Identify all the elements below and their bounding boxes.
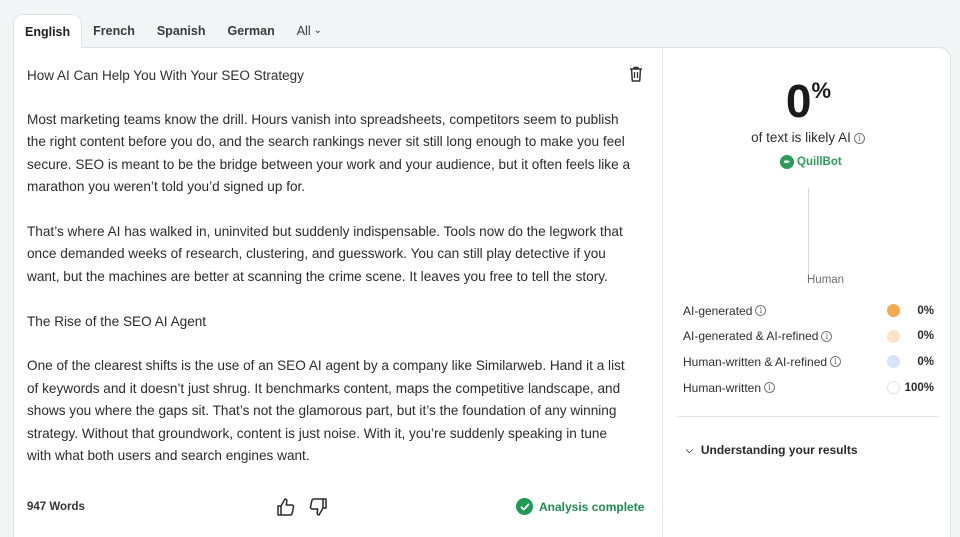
legend-dot (887, 355, 900, 369)
legend-label: AI-generated & AI-refined (683, 329, 819, 344)
paragraph: That’s where AI has walked in, uninvited… (27, 224, 623, 284)
tab-label: German (227, 24, 275, 38)
tab-label: French (93, 24, 135, 38)
language-tabs: English French Spanish German All ⌄ (13, 14, 333, 48)
legend-item-human-ai-refined: Human-written & AI-refined i 0% (683, 349, 941, 375)
legend-label: AI-generated (683, 303, 753, 318)
score-caption: of text is likely AI i (664, 130, 952, 145)
analysis-status: Analysis complete (516, 498, 644, 515)
legend-label: Human-written (683, 380, 762, 395)
tab-german[interactable]: German (216, 14, 285, 48)
feedback-buttons (276, 497, 328, 517)
legend-value: 0% (917, 330, 934, 343)
ai-score: 0% (664, 74, 952, 128)
understanding-label: Understanding your results (700, 443, 858, 457)
legend-label: Human-written & AI-refined (683, 354, 828, 369)
tab-label: English (25, 24, 71, 39)
tab-all-dropdown[interactable]: All ⌄ (286, 14, 333, 48)
text-editor[interactable]: How AI Can Help You With Your SEO Strate… (14, 48, 663, 537)
checkmark-icon (516, 498, 533, 515)
legend-value: 100% (904, 381, 934, 394)
thumbs-up-icon[interactable] (276, 497, 296, 517)
paragraph: One of the clearest shifts is the use of… (27, 358, 625, 464)
quillbot-logo-icon: ✒ (780, 155, 794, 169)
score-value: 0 (785, 75, 812, 127)
tab-label: Spanish (156, 24, 206, 38)
section-heading: The Rise of the SEO AI Agent (27, 313, 207, 329)
brand-name: QuillBot (797, 156, 842, 168)
document-title: How AI Can Help You With Your SEO Strate… (27, 68, 304, 83)
legend-dot (887, 304, 900, 317)
detector-card: How AI Can Help You With Your SEO Strate… (13, 47, 951, 537)
tab-english[interactable]: English (13, 14, 83, 48)
tab-spanish[interactable]: Spanish (146, 14, 217, 48)
info-icon[interactable]: i (755, 305, 767, 317)
info-icon[interactable]: i (764, 382, 776, 394)
paragraph: Most marketing teams know the drill. Hou… (27, 112, 631, 195)
results-panel: 0% of text is likely AI i ✒ QuillBot Huma… (664, 48, 952, 537)
results-legend: AI-generated i 0% AI-generated & AI-refin… (683, 298, 941, 400)
info-icon[interactable]: i (821, 330, 833, 342)
divider (677, 416, 939, 417)
legend-item-ai-refined: AI-generated & AI-refined i 0% (683, 324, 941, 350)
distribution-label: Human (807, 274, 845, 286)
trash-icon[interactable] (628, 65, 644, 83)
distribution-bar (808, 188, 809, 280)
tab-label: All (296, 24, 311, 38)
score-caption-text: of text is likely AI (751, 130, 851, 145)
word-count: 947 Words (27, 501, 85, 513)
score-unit: % (811, 78, 832, 103)
document-body[interactable]: Most marketing teams know the drill. Hou… (27, 109, 632, 490)
tab-french[interactable]: French (82, 14, 146, 48)
legend-value: 0% (917, 355, 934, 368)
legend-value: 0% (917, 304, 934, 317)
info-icon[interactable]: i (830, 356, 842, 368)
thumbs-down-icon[interactable] (308, 497, 328, 517)
legend-dot (887, 380, 900, 394)
chevron-down-icon: ⌵ (686, 444, 693, 455)
legend-dot (887, 329, 900, 343)
legend-item-ai-generated: AI-generated i 0% (683, 298, 941, 324)
understanding-results-toggle[interactable]: ⌵ Understanding your results (686, 443, 858, 457)
brand-logo: ✒ QuillBot (780, 155, 842, 169)
info-icon[interactable]: i (853, 133, 865, 144)
chevron-down-icon: ⌄ (313, 24, 323, 36)
legend-item-human-written: Human-written i 100% (683, 375, 941, 401)
status-text: Analysis complete (539, 499, 645, 514)
